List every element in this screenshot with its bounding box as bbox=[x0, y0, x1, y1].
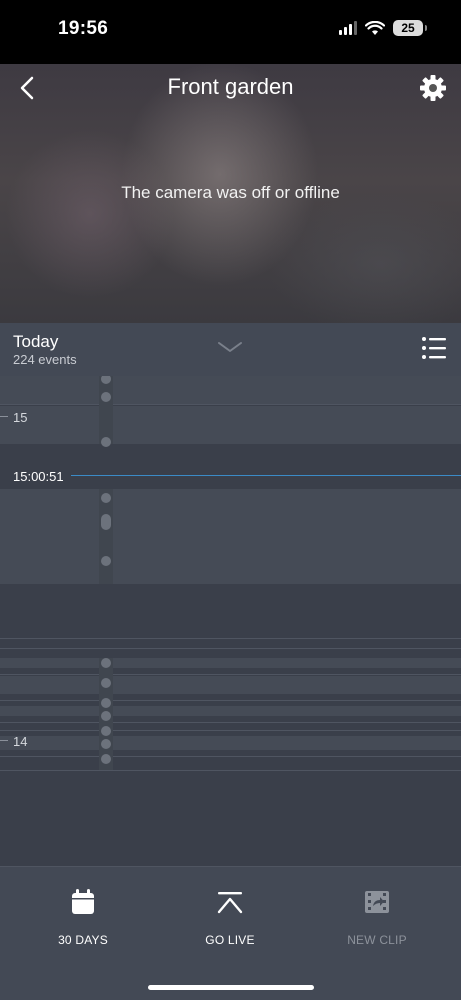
event-marker[interactable] bbox=[101, 514, 111, 530]
clip-icon bbox=[365, 891, 389, 913]
event-band[interactable] bbox=[0, 658, 461, 668]
list-icon[interactable] bbox=[421, 335, 447, 361]
status-bar: 19:56 25 bbox=[0, 0, 461, 64]
event-timeline[interactable]: 15 15:00:51 14 bbox=[0, 376, 461, 866]
event-band[interactable] bbox=[0, 406, 461, 444]
event-marker[interactable] bbox=[101, 493, 111, 503]
event-marker[interactable] bbox=[101, 437, 111, 447]
event-marker[interactable] bbox=[101, 739, 111, 749]
thirty-days-label: 30 DAYS bbox=[58, 933, 108, 947]
bottom-action-bar: 30 DAYS GO LIVE NEW CLIP bbox=[0, 866, 461, 1000]
chevron-down-icon[interactable] bbox=[216, 339, 244, 355]
event-marker[interactable] bbox=[101, 556, 111, 566]
status-time: 19:56 bbox=[58, 18, 109, 39]
thirty-days-button[interactable]: 30 DAYS bbox=[23, 887, 143, 947]
timeline-header: Today 224 events bbox=[0, 323, 461, 376]
event-count: 224 events bbox=[13, 352, 77, 367]
camera-offline-message: The camera was off or offline bbox=[121, 183, 340, 202]
battery-indicator: 25 bbox=[393, 20, 427, 36]
event-band[interactable] bbox=[0, 376, 461, 404]
wifi-icon bbox=[365, 20, 385, 35]
home-indicator[interactable] bbox=[148, 985, 314, 990]
page-title: Front garden bbox=[167, 74, 294, 99]
new-clip-label: NEW CLIP bbox=[347, 933, 407, 947]
status-icons: 25 bbox=[339, 20, 427, 36]
event-marker[interactable] bbox=[101, 658, 111, 668]
event-band[interactable] bbox=[0, 736, 461, 750]
event-marker[interactable] bbox=[101, 698, 111, 708]
go-live-arrow-icon bbox=[217, 892, 243, 914]
new-clip-button[interactable]: NEW CLIP bbox=[317, 887, 437, 947]
hour-tick bbox=[0, 416, 8, 417]
event-band[interactable] bbox=[0, 706, 461, 716]
event-band[interactable] bbox=[0, 489, 461, 584]
event-marker[interactable] bbox=[101, 678, 111, 688]
event-marker[interactable] bbox=[101, 726, 111, 736]
event-band[interactable] bbox=[0, 676, 461, 694]
hour-label-15: 15 bbox=[13, 410, 28, 425]
gear-icon[interactable] bbox=[419, 74, 447, 102]
go-live-label: GO LIVE bbox=[205, 933, 255, 947]
current-time-indicator bbox=[71, 475, 461, 476]
calendar-icon bbox=[72, 889, 94, 914]
day-label: Today bbox=[13, 332, 59, 351]
camera-preview[interactable]: Front garden The camera was off or offli… bbox=[0, 64, 461, 323]
hour-label-14: 14 bbox=[13, 734, 28, 749]
event-marker[interactable] bbox=[101, 392, 111, 402]
event-marker[interactable] bbox=[101, 754, 111, 764]
cellular-signal-icon bbox=[339, 21, 357, 35]
current-time-label: 15:00:51 bbox=[13, 469, 64, 484]
event-marker[interactable] bbox=[101, 711, 111, 721]
hour-tick bbox=[0, 740, 8, 741]
go-live-button[interactable]: GO LIVE bbox=[170, 887, 290, 947]
